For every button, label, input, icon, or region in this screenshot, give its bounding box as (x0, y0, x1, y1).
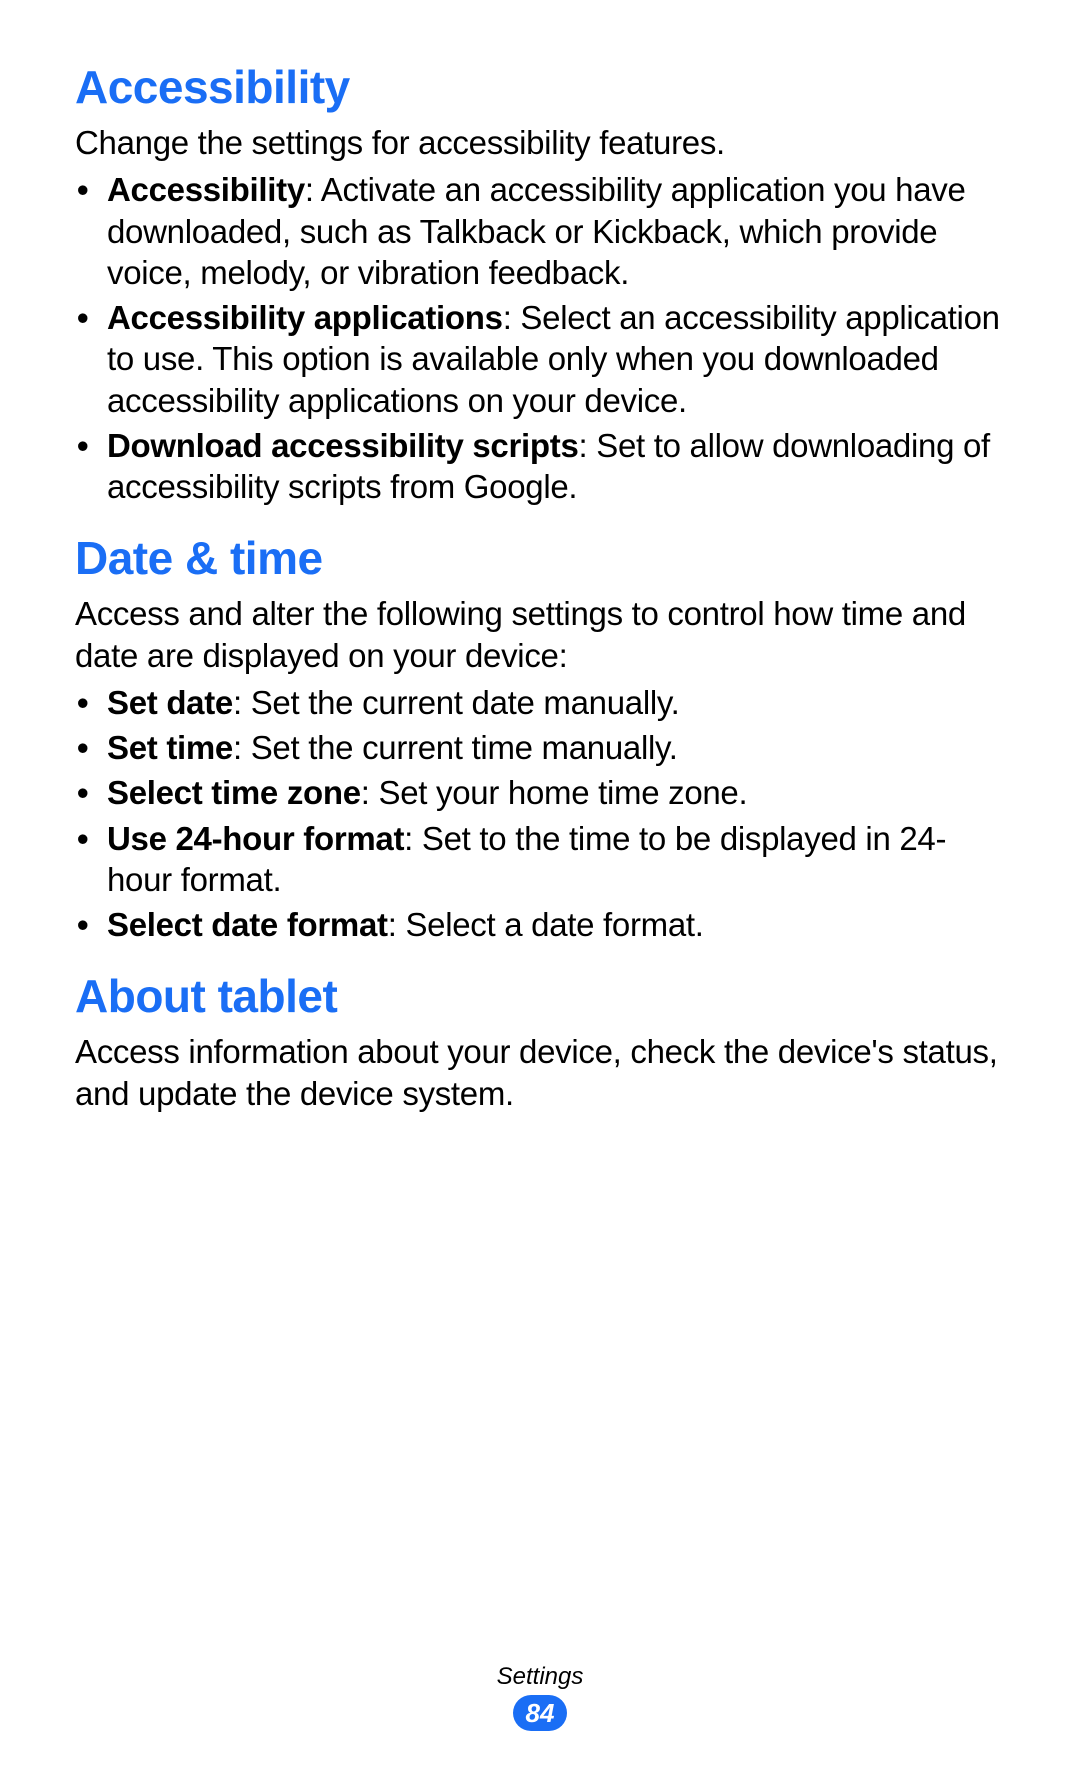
item-term: Select time zone (107, 774, 361, 811)
list-item: Set time: Set the current time manually. (107, 727, 1005, 768)
list-date-time: Set date: Set the current date manually.… (75, 682, 1005, 946)
list-item: Use 24-hour format: Set to the time to b… (107, 818, 1005, 901)
item-term: Set time (107, 729, 233, 766)
page: Accessibility Change the settings for ac… (0, 0, 1080, 1771)
list-item: Accessibility: Activate an accessibility… (107, 169, 1005, 293)
intro-accessibility: Change the settings for accessibility fe… (75, 122, 1005, 163)
item-term: Set date (107, 684, 233, 721)
intro-date-time: Access and alter the following settings … (75, 593, 1005, 676)
item-term: Accessibility (107, 171, 305, 208)
heading-about-tablet: About tablet (75, 969, 1005, 1023)
item-desc: : Select a date format. (388, 906, 704, 943)
list-item: Download accessibility scripts: Set to a… (107, 425, 1005, 508)
item-term: Accessibility applications (107, 299, 503, 336)
heading-date-time: Date & time (75, 531, 1005, 585)
list-item: Set date: Set the current date manually. (107, 682, 1005, 723)
list-item: Select date format: Select a date format… (107, 904, 1005, 945)
item-term: Use 24-hour format (107, 820, 404, 857)
item-desc: : Set the current time manually. (233, 729, 678, 766)
heading-accessibility: Accessibility (75, 60, 1005, 114)
intro-about-tablet: Access information about your device, ch… (75, 1031, 1005, 1114)
list-accessibility: Accessibility: Activate an accessibility… (75, 169, 1005, 507)
footer-section-label: Settings (0, 1663, 1080, 1691)
item-term: Download accessibility scripts (107, 427, 579, 464)
item-desc: : Set your home time zone. (361, 774, 748, 811)
list-item: Select time zone: Set your home time zon… (107, 772, 1005, 813)
item-term: Select date format (107, 906, 388, 943)
item-desc: : Set the current date manually. (233, 684, 680, 721)
page-number-badge: 84 (513, 1695, 567, 1731)
list-item: Accessibility applications: Select an ac… (107, 297, 1005, 421)
page-footer: Settings 84 (0, 1663, 1080, 1731)
